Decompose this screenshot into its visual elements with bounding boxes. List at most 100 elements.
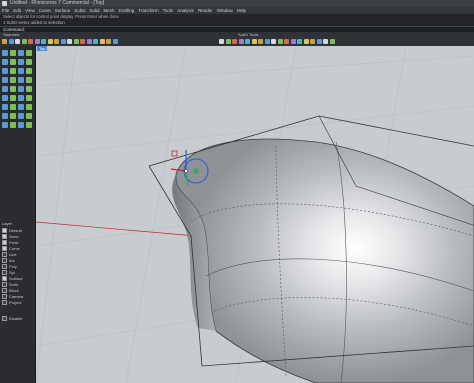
properties-icon[interactable]	[316, 39, 322, 44]
join-icon[interactable]	[26, 86, 32, 92]
layer-visibility-checkbox[interactable]	[2, 245, 7, 251]
disable-checkbox[interactable]	[2, 315, 7, 321]
layer-icon[interactable]	[2, 122, 8, 128]
menu-transform[interactable]: Transform	[138, 7, 158, 14]
layer-visibility-checkbox[interactable]	[2, 239, 7, 245]
top-viewport[interactable]: Top	[36, 46, 474, 383]
open-icon[interactable]	[8, 39, 14, 44]
cut-icon[interactable]	[28, 39, 33, 44]
point-icon[interactable]	[93, 39, 98, 44]
view-icon[interactable]	[26, 122, 32, 128]
block-icon[interactable]	[26, 113, 32, 119]
render-icon[interactable]	[323, 39, 328, 44]
text-icon[interactable]	[10, 113, 16, 119]
arc-icon[interactable]	[10, 59, 16, 65]
layer-visibility-checkbox[interactable]	[2, 287, 7, 293]
layer-visibility-checkbox[interactable]	[2, 269, 7, 275]
explode-icon[interactable]	[2, 95, 8, 101]
layer-visibility-checkbox[interactable]	[2, 257, 7, 263]
layer-visibility-checkbox[interactable]	[2, 281, 7, 287]
mesh-icon[interactable]	[264, 39, 270, 44]
select-icon[interactable]	[86, 39, 92, 44]
menu-curve[interactable]: Curve	[39, 7, 51, 14]
move-icon[interactable]	[271, 39, 276, 44]
menu-help[interactable]: Help	[237, 7, 246, 14]
undo-icon[interactable]	[47, 39, 53, 44]
subd-surface[interactable]	[175, 138, 474, 383]
new-icon[interactable]	[2, 39, 7, 44]
move-icon[interactable]	[10, 95, 16, 101]
sphere-icon[interactable]	[251, 39, 257, 44]
layer-visibility-checkbox[interactable]	[2, 233, 7, 239]
extrude-icon[interactable]	[18, 77, 24, 83]
array-icon[interactable]	[10, 104, 16, 110]
layer-visibility-checkbox[interactable]	[2, 263, 7, 269]
copy-icon[interactable]	[34, 39, 40, 44]
gumball-scale-handle[interactable]	[171, 150, 178, 157]
menu-mesh[interactable]: Mesh	[104, 7, 115, 14]
menu-surface[interactable]: Surface	[55, 7, 71, 14]
zoom-extents-icon[interactable]	[80, 39, 85, 44]
copy-object-icon[interactable]	[277, 39, 283, 44]
fillet-icon[interactable]	[26, 77, 32, 83]
redo-icon[interactable]	[54, 39, 59, 44]
layer-visibility-checkbox[interactable]	[2, 299, 7, 305]
point-icon[interactable]	[10, 50, 16, 56]
rotate-icon[interactable]	[284, 39, 289, 44]
offset-icon[interactable]	[2, 86, 8, 92]
layer-visibility-checkbox[interactable]	[2, 275, 7, 281]
menu-file[interactable]: File	[2, 7, 9, 14]
dimension-icon[interactable]	[2, 113, 8, 119]
subd-icon[interactable]	[258, 39, 263, 44]
save-icon[interactable]	[15, 39, 20, 44]
viewport-tab-top[interactable]: Top	[37, 46, 48, 51]
menu-tools[interactable]: Tools	[163, 7, 174, 14]
analyze-icon[interactable]	[26, 104, 32, 110]
layer-row[interactable]: Project	[2, 299, 34, 305]
pan-icon[interactable]	[60, 39, 66, 44]
layer-disable-row[interactable]: Disable	[2, 315, 34, 321]
box-icon[interactable]	[10, 68, 16, 74]
mirror-icon[interactable]	[297, 39, 302, 44]
material-icon[interactable]	[329, 39, 335, 44]
selected-vertex[interactable]	[184, 169, 188, 173]
layer-icon[interactable]	[310, 39, 315, 44]
curve-icon[interactable]	[26, 50, 32, 56]
mirror-icon[interactable]	[2, 104, 8, 110]
layer-visibility-checkbox[interactable]	[2, 293, 7, 299]
polygon-icon[interactable]	[26, 59, 32, 65]
mesh-icon[interactable]	[10, 77, 16, 83]
cylinder-icon[interactable]	[26, 68, 32, 74]
rectangle-icon[interactable]	[232, 39, 237, 44]
gumball-center[interactable]	[193, 168, 199, 174]
circle-icon[interactable]	[219, 39, 224, 44]
trim-icon[interactable]	[10, 86, 16, 92]
menu-solid[interactable]: Solid	[90, 7, 100, 14]
hatch-icon[interactable]	[18, 113, 24, 119]
layer-visibility-checkbox[interactable]	[2, 251, 7, 257]
menu-edit[interactable]: Edit	[13, 7, 21, 14]
polyline-icon[interactable]	[106, 39, 111, 44]
curve-icon[interactable]	[112, 39, 118, 44]
subd-icon[interactable]	[2, 77, 8, 83]
circle-icon[interactable]	[2, 59, 8, 65]
menu-drafting[interactable]: Drafting	[119, 7, 135, 14]
properties-icon[interactable]	[10, 122, 16, 128]
print-icon[interactable]	[21, 39, 27, 44]
box-icon[interactable]	[245, 39, 250, 44]
menu-view[interactable]: View	[25, 7, 35, 14]
line-icon[interactable]	[18, 50, 24, 56]
surface-icon[interactable]	[238, 39, 244, 44]
menu-window[interactable]: Window	[217, 7, 233, 14]
arc-icon[interactable]	[225, 39, 231, 44]
menu-analysis[interactable]: Analysis	[177, 7, 194, 14]
render-icon[interactable]	[18, 122, 24, 128]
scale-icon[interactable]	[290, 39, 296, 44]
rectangle-icon[interactable]	[18, 59, 24, 65]
select-icon[interactable]	[2, 50, 8, 56]
line-icon[interactable]	[99, 39, 105, 44]
boolean-icon[interactable]	[18, 104, 24, 110]
split-icon[interactable]	[18, 86, 24, 92]
boolean-icon[interactable]	[303, 39, 309, 44]
viewport-canvas[interactable]	[36, 46, 474, 383]
